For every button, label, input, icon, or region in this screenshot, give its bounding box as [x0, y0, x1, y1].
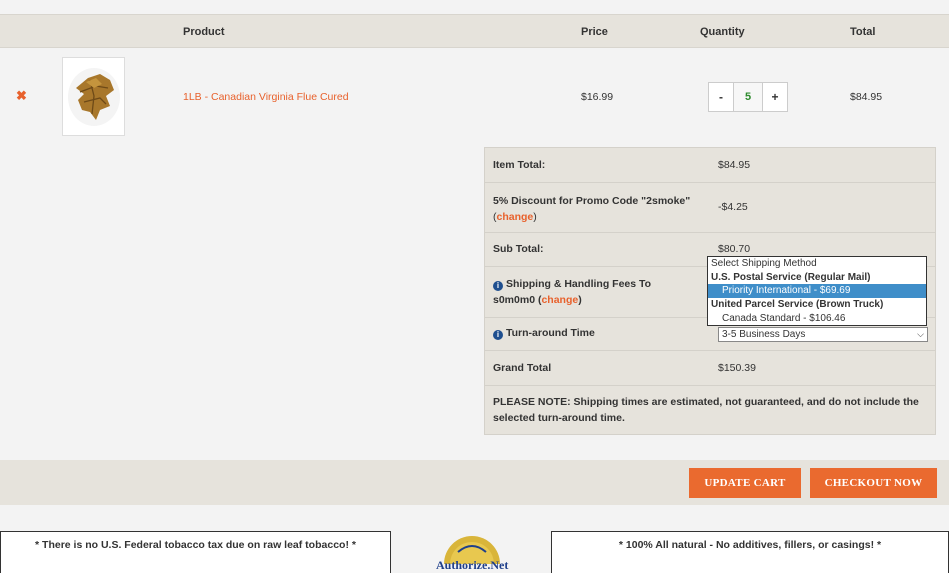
quantity-value[interactable]: 5: [734, 82, 762, 112]
subtotal-label: Sub Total:: [493, 243, 544, 255]
increase-quantity-button[interactable]: +: [762, 82, 788, 112]
note-row: PLEASE NOTE: Shipping times are estimate…: [485, 386, 935, 434]
top-strip: [0, 0, 949, 14]
product-thumbnail[interactable]: [62, 57, 125, 136]
dropdown-placeholder[interactable]: Select Shipping Method: [708, 257, 926, 271]
item-price: $16.99: [581, 91, 614, 103]
checkout-now-button[interactable]: CHECKOUT NOW: [810, 468, 937, 498]
header-quantity: Quantity: [700, 26, 745, 38]
grand-total-row: Grand Total $150.39: [485, 351, 935, 386]
turnaround-select[interactable]: 3-5 Business Days ⌵: [718, 327, 928, 342]
decrease-quantity-button[interactable]: -: [708, 82, 734, 112]
dropdown-group-ups: United Parcel Service (Brown Truck): [711, 299, 884, 311]
chevron-down-icon: ⌵: [917, 329, 924, 339]
turnaround-select-value: 3-5 Business Days: [722, 329, 806, 340]
shipping-note: PLEASE NOTE: Shipping times are estimate…: [493, 396, 919, 424]
turnaround-label: i Turn-around Time: [493, 327, 595, 340]
shipping-close-paren: ): [578, 294, 582, 306]
cart-header-row: Product Price Quantity Total: [0, 14, 949, 48]
info-icon[interactable]: i: [493, 330, 503, 340]
discount-close-paren: ): [533, 211, 537, 223]
header-product: Product: [183, 26, 225, 38]
discount-value: -$4.25: [718, 201, 748, 213]
shipping-label-line1: Shipping & Handling Fees To: [506, 278, 652, 290]
header-price: Price: [581, 26, 608, 38]
natural-notice-box: * 100% All natural - No additives, fille…: [551, 531, 949, 573]
remove-item-icon[interactable]: ✖: [16, 88, 27, 104]
discount-label-text: 5% Discount for Promo Code "2smoke": [493, 195, 691, 207]
grand-total-value: $150.39: [718, 362, 756, 374]
dropdown-option-priority-international[interactable]: Priority International - $69.69: [708, 284, 926, 299]
shipping-change-link[interactable]: change: [541, 294, 578, 306]
shipping-label: i Shipping & Handling Fees To s0m0m0 (cha…: [493, 276, 651, 308]
authorize-net-label: Authorize.Net: [436, 558, 509, 572]
tobacco-leaf-icon: [67, 67, 120, 126]
turnaround-label-text: Turn-around Time: [506, 327, 595, 339]
header-total: Total: [850, 26, 876, 38]
shipping-label-line2: s0m0m0 (: [493, 294, 542, 306]
discount-label: 5% Discount for Promo Code "2smoke" (cha…: [493, 193, 708, 225]
item-total-row: Item Total: $84.95: [485, 148, 935, 183]
product-link[interactable]: 1LB - Canadian Virginia Flue Cured: [183, 91, 349, 103]
cart-action-bar: UPDATE CART CHECKOUT NOW: [0, 460, 949, 505]
grand-total-label: Grand Total: [493, 362, 552, 374]
item-total-value: $84.95: [718, 159, 751, 171]
cart-item-row: ✖ 1LB - Canadian Virginia Flue Cured $16…: [0, 48, 949, 145]
discount-change-link[interactable]: change: [497, 211, 534, 223]
dropdown-option-canada-standard[interactable]: Canada Standard - $106.46: [708, 312, 926, 326]
line-total: $84.95: [850, 91, 883, 103]
shipping-method-dropdown[interactable]: Select Shipping Method U.S. Postal Servi…: [707, 256, 927, 327]
tax-notice-box: * There is no U.S. Federal tobacco tax d…: [0, 531, 391, 573]
update-cart-button[interactable]: UPDATE CART: [689, 468, 801, 498]
info-icon[interactable]: i: [493, 281, 503, 291]
quantity-stepper: - 5 +: [708, 82, 788, 112]
natural-notice-text: * 100% All natural - No additives, fille…: [618, 539, 882, 551]
authorize-net-badge[interactable]: Authorize.Net: [432, 534, 512, 573]
dropdown-group-usps: U.S. Postal Service (Regular Mail): [711, 271, 871, 283]
item-total-label: Item Total:: [493, 159, 546, 171]
discount-row: 5% Discount for Promo Code "2smoke" (cha…: [485, 183, 935, 233]
subtotal-value: $80.70: [718, 243, 751, 255]
tax-notice-text: * There is no U.S. Federal tobacco tax d…: [35, 539, 356, 551]
